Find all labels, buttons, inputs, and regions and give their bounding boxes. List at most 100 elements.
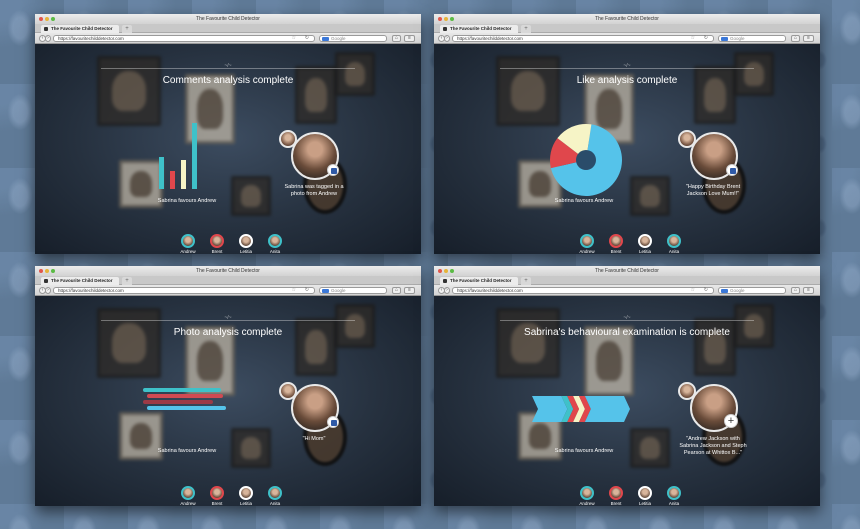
reload-icon[interactable]: ↻ <box>704 36 708 41</box>
browser-window-photos: The Favourite Child Detector The Favouri… <box>35 266 421 506</box>
window-title: The Favourite Child Detector <box>196 268 260 274</box>
forward-button[interactable]: › <box>45 35 51 42</box>
family-avatars: Andrew Brent Letitia Anita <box>574 486 684 506</box>
tab-favourite-child-detector[interactable]: The Favourite Child Detector <box>41 277 119 285</box>
browser-window-comments: The Favourite Child Detector The Favouri… <box>35 14 421 254</box>
tab-bar: The Favourite Child Detector + <box>434 276 820 285</box>
bookmark-star-icon[interactable]: ☆ <box>292 36 296 41</box>
reload-icon[interactable]: ↻ <box>305 36 309 41</box>
avatar-letitia[interactable] <box>638 486 652 500</box>
url-text: https://favouritechilddetector.com <box>58 288 124 293</box>
avatar-andrew[interactable] <box>580 486 594 500</box>
search-engine-icon <box>721 288 728 293</box>
search-field[interactable]: Google <box>718 35 786 42</box>
address-bar[interactable]: https://favouritechilddetector.com ☆ ↻ <box>452 35 714 42</box>
plus-icon[interactable]: + <box>724 414 738 428</box>
browser-window-likes: The Favourite Child Detector The Favouri… <box>434 14 820 254</box>
menu-button[interactable]: ≡ <box>404 287 415 294</box>
menu-button[interactable]: ≡ <box>803 35 814 42</box>
bookmark-star-icon[interactable]: ☆ <box>691 36 695 41</box>
tab-favourite-child-detector[interactable]: The Favourite Child Detector <box>440 277 518 285</box>
search-field[interactable]: Google <box>319 35 387 42</box>
home-button[interactable]: ⌂ <box>392 287 401 294</box>
search-placeholder: Google <box>730 36 745 41</box>
window-title: The Favourite Child Detector <box>196 16 260 22</box>
avatar-andrew[interactable] <box>181 234 195 248</box>
avatar-brent[interactable] <box>210 234 224 248</box>
new-tab-button[interactable]: + <box>521 25 531 33</box>
close-window-button[interactable] <box>438 17 442 21</box>
avatar-andrew[interactable] <box>580 234 594 248</box>
tab-bar: The Favourite Child Detector + <box>434 24 820 33</box>
chart-bar <box>192 123 197 189</box>
close-window-button[interactable] <box>39 269 43 273</box>
avatar-brent[interactable] <box>210 486 224 500</box>
bookmark-star-icon[interactable]: ☆ <box>691 288 695 293</box>
avatar-andrew[interactable] <box>181 486 195 500</box>
mother-avatar <box>678 382 696 400</box>
url-text: https://favouritechilddetector.com <box>457 288 523 293</box>
home-button[interactable]: ⌂ <box>791 35 800 42</box>
forward-button[interactable]: › <box>45 287 51 294</box>
zoom-window-button[interactable] <box>51 17 55 21</box>
avatar-brent[interactable] <box>609 234 623 248</box>
forward-button[interactable]: › <box>444 287 450 294</box>
close-window-button[interactable] <box>438 269 442 273</box>
tab-favourite-child-detector[interactable]: The Favourite Child Detector <box>440 25 518 33</box>
zoom-window-button[interactable] <box>450 17 454 21</box>
avatar-letitia[interactable] <box>239 234 253 248</box>
forward-button[interactable]: › <box>444 35 450 42</box>
home-button[interactable]: ⌂ <box>392 35 401 42</box>
avatar-brent[interactable] <box>609 486 623 500</box>
zoom-window-button[interactable] <box>51 269 55 273</box>
new-tab-button[interactable]: + <box>122 25 132 33</box>
menu-button[interactable]: ≡ <box>404 35 415 42</box>
menu-button[interactable]: ≡ <box>803 287 814 294</box>
tab-favourite-child-detector[interactable]: The Favourite Child Detector <box>41 25 119 33</box>
search-field[interactable]: Google <box>319 287 387 294</box>
avatar-letitia[interactable] <box>638 234 652 248</box>
home-button[interactable]: ⌂ <box>791 287 800 294</box>
traffic-lights <box>438 269 454 273</box>
avatar-anita[interactable] <box>268 234 282 248</box>
minimize-window-button[interactable] <box>45 17 49 21</box>
avatar-anita[interactable] <box>268 486 282 500</box>
search-field[interactable]: Google <box>718 287 786 294</box>
new-tab-button[interactable]: + <box>521 277 531 285</box>
blurred-picture-frame <box>97 56 161 126</box>
family-avatars: Andrew Brent Letitia Anita <box>175 234 285 254</box>
minimize-window-button[interactable] <box>45 269 49 273</box>
avatar-anita[interactable] <box>667 234 681 248</box>
avatar-name: Anita <box>668 249 680 254</box>
address-bar[interactable]: https://favouritechilddetector.com ☆ ↻ <box>53 35 315 42</box>
zoom-window-button[interactable] <box>450 269 454 273</box>
reload-icon[interactable]: ↻ <box>305 288 309 293</box>
traffic-lights <box>438 17 454 21</box>
address-bar[interactable]: https://favouritechilddetector.com ☆ ↻ <box>452 287 714 294</box>
likes-donut-chart <box>550 124 622 196</box>
address-bar[interactable]: https://favouritechilddetector.com ☆ ↻ <box>53 287 315 294</box>
minimize-window-button[interactable] <box>444 269 448 273</box>
photo-caption: "Andrew Jackson with Sabrina Jackson and … <box>670 436 756 457</box>
search-placeholder: Google <box>331 36 346 41</box>
ribbon-bar <box>147 406 226 410</box>
new-tab-button[interactable]: + <box>122 277 132 285</box>
favours-label: Sabrina favours Andrew <box>554 448 614 454</box>
comments-bar-chart <box>159 119 197 189</box>
navigation-bar: ‹ › https://favouritechilddetector.com ☆… <box>35 33 421 44</box>
analysis-heading: Sabrina's behavioural examination is com… <box>524 327 730 338</box>
avatar-name: Brent <box>610 249 622 254</box>
behaviour-arrow-chart <box>532 396 630 422</box>
avatar-anita[interactable] <box>667 486 681 500</box>
tab-label: The Favourite Child Detector <box>450 26 512 31</box>
favours-label: Sabrina favours Andrew <box>157 448 217 454</box>
photo-caption: "Happy Birthday Brent Jackson Love Mum!!" <box>670 184 756 198</box>
avatar-letitia[interactable] <box>239 486 253 500</box>
reload-icon[interactable]: ↻ <box>704 288 708 293</box>
avatar-name: Letitia <box>239 501 252 506</box>
ribbon-bar <box>147 394 223 398</box>
close-window-button[interactable] <box>39 17 43 21</box>
blurred-picture-frame <box>734 304 774 348</box>
minimize-window-button[interactable] <box>444 17 448 21</box>
bookmark-star-icon[interactable]: ☆ <box>292 288 296 293</box>
